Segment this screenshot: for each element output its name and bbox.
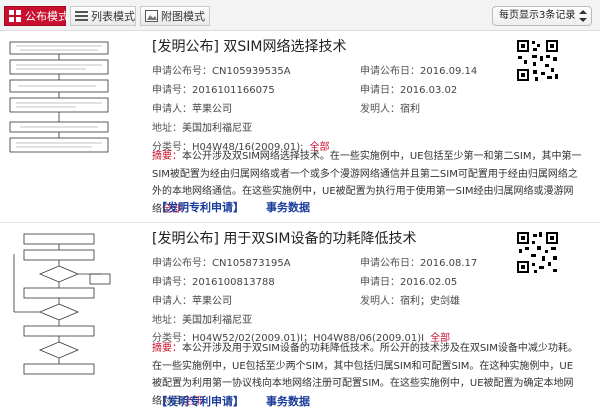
app-date-label: 申请日： xyxy=(360,277,400,288)
app-no-value: 2016100813788 xyxy=(192,277,275,288)
pub-no-row: 申请公布号：CN105939535A xyxy=(152,62,291,77)
address-value: 美国加利福尼亚 xyxy=(182,315,252,326)
pub-date-value: 2016.09.14 xyxy=(420,66,478,77)
pub-date-row: 申请公布日：2016.09.14 xyxy=(360,62,477,77)
app-date-row: 申请日：2016.02.05 xyxy=(360,273,457,288)
select-arrows-icon xyxy=(579,10,587,22)
patent-application-link[interactable]: 【发明专利申请】 xyxy=(156,201,244,214)
app-no-label: 申请号： xyxy=(152,85,192,96)
app-date-row: 申请日：2016.03.02 xyxy=(360,81,457,96)
record-title[interactable]: [发明公布] 双SIM网络选择技术 xyxy=(152,36,346,56)
patent-drawing-thumbnail[interactable] xyxy=(6,40,114,190)
inventor-label: 发明人： xyxy=(360,296,400,307)
record-links: 【发明专利申请】 事务数据 xyxy=(156,199,332,215)
grid-icon xyxy=(9,10,21,22)
applicant-label: 申请人： xyxy=(152,296,192,307)
pub-no-row: 申请公布号：CN105873195A xyxy=(152,254,291,269)
app-no-row: 申请号：2016101166075 xyxy=(152,81,275,96)
applicant-value: 苹果公司 xyxy=(192,296,232,307)
address-label: 地址： xyxy=(152,123,182,134)
app-no-row: 申请号：2016100813788 xyxy=(152,273,275,288)
tab-list-mode-label: 列表模式 xyxy=(91,10,135,23)
address-row: 地址：美国加利福尼亚 xyxy=(152,311,252,326)
tab-publication-mode[interactable]: 公布模式 xyxy=(4,6,69,26)
pub-no-label: 申请公布号： xyxy=(152,66,212,77)
record-links: 【发明专利申请】 事务数据 xyxy=(156,393,332,409)
applicant-row: 申请人：苹果公司 xyxy=(152,100,232,115)
list-icon xyxy=(75,11,88,21)
address-value: 美国加利福尼亚 xyxy=(182,123,252,134)
abstract-label: 摘要： xyxy=(152,343,182,354)
abstract-label: 摘要： xyxy=(152,151,182,162)
tab-image-mode[interactable]: 附图模式 xyxy=(140,6,210,26)
pub-date-label: 申请公布日： xyxy=(360,258,420,269)
transaction-data-link[interactable]: 事务数据 xyxy=(266,201,310,214)
app-no-value: 2016101166075 xyxy=(192,85,275,96)
applicant-row: 申请人：苹果公司 xyxy=(152,292,232,307)
address-label: 地址： xyxy=(152,315,182,326)
image-icon xyxy=(145,10,158,22)
page-size-value: 每页显示3条记录 xyxy=(499,10,576,21)
inventor-row: 发明人：宿利；史剑雄 xyxy=(360,292,460,307)
applicant-label: 申请人： xyxy=(152,104,192,115)
view-toolbar: 公布模式 列表模式 附图模式 每页显示3条记录 xyxy=(0,0,600,31)
tab-publication-mode-label: 公布模式 xyxy=(25,10,69,23)
pub-date-value: 2016.08.17 xyxy=(420,258,478,269)
transaction-data-link[interactable]: 事务数据 xyxy=(266,395,310,408)
inventor-label: 发明人： xyxy=(360,104,400,115)
patent-drawing-thumbnail[interactable] xyxy=(6,232,114,382)
app-date-value: 2016.02.05 xyxy=(400,277,458,288)
inventor-value: 宿利；史剑雄 xyxy=(400,296,460,307)
page-size-select[interactable]: 每页显示3条记录 xyxy=(492,6,592,26)
pub-date-label: 申请公布日： xyxy=(360,66,420,77)
tab-list-mode[interactable]: 列表模式 xyxy=(70,6,136,26)
app-no-label: 申请号： xyxy=(152,277,192,288)
pub-no-value: CN105939535A xyxy=(212,66,291,77)
record-divider xyxy=(0,222,600,223)
qr-code-icon xyxy=(515,230,560,275)
inventor-row: 发明人：宿利 xyxy=(360,100,420,115)
patent-application-link[interactable]: 【发明专利申请】 xyxy=(156,395,244,408)
record-title[interactable]: [发明公布] 用于双SIM设备的功耗降低技术 xyxy=(152,228,416,248)
pub-no-value: CN105873195A xyxy=(212,258,291,269)
qr-code-icon xyxy=(515,38,560,83)
pub-date-row: 申请公布日：2016.08.17 xyxy=(360,254,477,269)
address-row: 地址：美国加利福尼亚 xyxy=(152,119,252,134)
applicant-value: 苹果公司 xyxy=(192,104,232,115)
app-date-value: 2016.03.02 xyxy=(400,85,458,96)
tab-image-mode-label: 附图模式 xyxy=(161,10,205,23)
app-date-label: 申请日： xyxy=(360,85,400,96)
inventor-value: 宿利 xyxy=(400,104,420,115)
pub-no-label: 申请公布号： xyxy=(152,258,212,269)
